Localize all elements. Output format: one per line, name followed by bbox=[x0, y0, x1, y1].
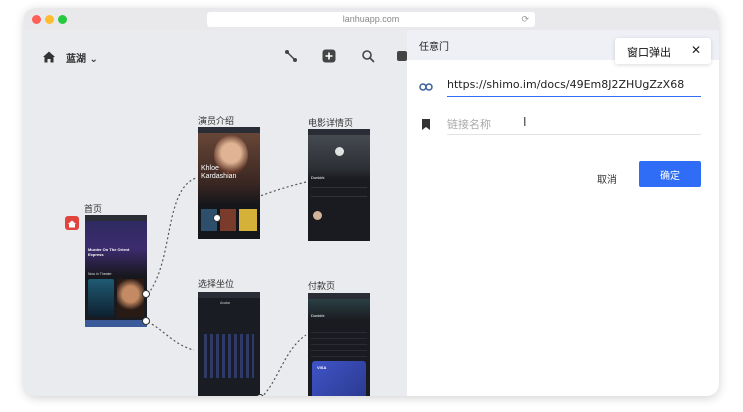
close-window-icon[interactable] bbox=[32, 15, 41, 24]
link-handle[interactable] bbox=[142, 317, 150, 325]
link-handle[interactable] bbox=[213, 214, 221, 222]
cancel-button[interactable]: 取消 bbox=[587, 166, 627, 190]
artboard-label-pay: 付款页 bbox=[308, 282, 336, 292]
bookmark-icon bbox=[422, 119, 430, 130]
confirm-button[interactable]: 确定 bbox=[639, 161, 701, 187]
link-name-input[interactable]: 链接名称 I bbox=[447, 114, 701, 135]
seat-cinema-name: Avatar bbox=[220, 301, 231, 305]
browser-titlebar: lanhuapp.com ⟳ bbox=[24, 8, 719, 31]
actor-name: Khloe Kardashian bbox=[201, 165, 237, 180]
url-text: lanhuapp.com bbox=[342, 14, 400, 24]
artboard-label-cast: 演员介绍 bbox=[198, 117, 235, 127]
artboard-label-home: 首页 bbox=[84, 205, 103, 215]
link-url-input[interactable]: https://shimo.im/docs/49Em8J2ZHUgZzX68 bbox=[447, 76, 701, 97]
artboard-label-detail: 电影详情页 bbox=[308, 119, 354, 129]
minimize-window-icon[interactable] bbox=[45, 15, 54, 24]
maximize-window-icon[interactable] bbox=[58, 15, 67, 24]
address-bar[interactable]: lanhuapp.com ⟳ bbox=[207, 12, 535, 27]
close-icon[interactable]: ✕ bbox=[691, 43, 701, 57]
artboard-seat[interactable]: Avatar bbox=[198, 292, 260, 396]
detail-movie-title: Dunkirk bbox=[311, 175, 325, 180]
artboard-detail[interactable]: Dunkirk bbox=[308, 129, 370, 241]
link-url-value: https://shimo.im/docs/49Em8J2ZHUgZzX68 bbox=[447, 78, 685, 91]
reload-icon[interactable]: ⟳ bbox=[521, 12, 529, 27]
artboard-cast[interactable]: Khloe Kardashian bbox=[198, 127, 260, 239]
pay-movie-title: Dunkirk bbox=[311, 313, 325, 318]
portal-panel: 任意门 窗口弹出 ✕ https://shimo.im/docs/49Em8J2… bbox=[407, 30, 719, 396]
browser-window: lanhuapp.com ⟳ 蓝湖 ⌄ 首页 Murder On The Ori… bbox=[24, 8, 719, 396]
popup-tooltip: 窗口弹出 ✕ bbox=[615, 38, 711, 64]
artboard-label-seat: 选择坐位 bbox=[198, 280, 235, 290]
text-cursor-icon: I bbox=[523, 115, 527, 129]
link-handle[interactable] bbox=[142, 290, 150, 298]
link-handle[interactable] bbox=[256, 394, 264, 396]
panel-title: 任意门 bbox=[419, 42, 449, 53]
artboard-home[interactable]: Murder On The Orient Express Now in Thea… bbox=[85, 215, 147, 327]
card-brand: VISA bbox=[317, 365, 327, 370]
home-section-label: Now in Theater bbox=[88, 272, 112, 276]
prototype-canvas[interactable]: 蓝湖 ⌄ 首页 Murder On The Orient Express Now… bbox=[24, 30, 407, 396]
link-name-placeholder: 链接名称 bbox=[447, 118, 491, 131]
tooltip-text: 窗口弹出 bbox=[627, 46, 671, 59]
artboard-pay[interactable]: Dunkirk VISA bbox=[308, 293, 370, 396]
link-icon bbox=[419, 83, 433, 91]
home-badge-icon[interactable] bbox=[65, 216, 79, 230]
home-movie-title: Murder On The Orient Express bbox=[88, 247, 130, 257]
